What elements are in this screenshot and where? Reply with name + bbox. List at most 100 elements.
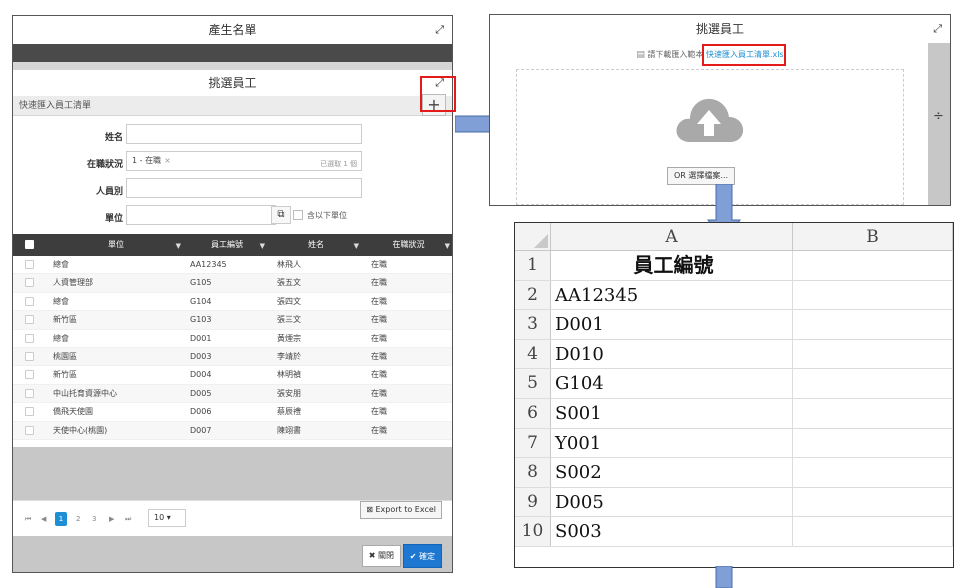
close-button[interactable]: ✖ 關閉 xyxy=(361,545,401,567)
cell-b[interactable] xyxy=(793,517,953,546)
cell-b[interactable] xyxy=(793,251,953,280)
cell-employee-id: G104 xyxy=(190,296,212,306)
table-row[interactable]: 僑飛天使園 D006 蔡辰禮 在職 xyxy=(13,403,452,422)
cell-name: 林明禎 xyxy=(277,370,301,380)
table-row[interactable]: 總會 G104 張四文 在職 xyxy=(13,293,452,312)
type-input[interactable] xyxy=(126,178,362,198)
row-checkbox[interactable] xyxy=(13,366,47,383)
cell-status: 在職 xyxy=(371,315,387,325)
row-checkbox[interactable] xyxy=(13,274,47,291)
cell-status: 在職 xyxy=(371,278,387,288)
cell-name: 張五文 xyxy=(277,278,301,288)
row-checkbox[interactable] xyxy=(13,293,47,310)
status-multiselect[interactable]: 1 - 在職 × 已選取 1 個 xyxy=(126,151,362,171)
column-b[interactable]: B xyxy=(793,223,953,250)
col-unit[interactable]: 單位 ▼ xyxy=(47,234,185,256)
col-name[interactable]: 姓名 ▼ xyxy=(269,234,363,256)
page-1[interactable]: 1 xyxy=(55,512,67,526)
highlight-download-link xyxy=(702,44,786,66)
cell-unit: 人資管理部 xyxy=(53,278,93,288)
cell-b[interactable] xyxy=(793,487,953,517)
cell-b[interactable] xyxy=(793,310,953,339)
cell-b[interactable] xyxy=(793,428,953,458)
col-employee-id[interactable]: 員工編號 ▼ xyxy=(185,234,269,256)
export-excel-button[interactable]: ⊠ Export to Excel xyxy=(360,501,442,519)
cell-a[interactable]: 員工編號 xyxy=(551,251,793,280)
last-page-icon[interactable]: ⏭ xyxy=(125,512,131,526)
ok-button[interactable]: ✔ 確定 xyxy=(402,544,442,568)
cell-a[interactable]: S002 xyxy=(551,458,793,487)
filter-icon[interactable]: ▼ xyxy=(176,235,181,257)
filter-icon[interactable]: ▼ xyxy=(354,235,359,257)
upload-window-title: 挑選員工 ⤢ xyxy=(490,15,950,43)
row-number[interactable]: 1 xyxy=(515,251,551,280)
column-a[interactable]: A xyxy=(551,223,793,250)
table-row[interactable]: 天使中心(桃園) D007 陳翊書 在職 xyxy=(13,421,452,440)
row-checkbox[interactable] xyxy=(13,311,47,328)
cell-name: 李靖於 xyxy=(277,351,301,361)
choose-file-button[interactable]: OR 選擇檔案... xyxy=(667,167,736,185)
cell-a[interactable]: S001 xyxy=(551,398,793,428)
cell-employee-id: D006 xyxy=(190,407,212,417)
table-row[interactable]: 總會 D001 黃煙宗 在職 xyxy=(13,330,452,348)
excel-column-header: A B xyxy=(515,223,953,251)
cell-a[interactable]: AA12345 xyxy=(551,280,793,310)
cell-b[interactable] xyxy=(793,280,953,310)
cell-unit: 桃園區 xyxy=(53,351,77,361)
expand-icon[interactable]: ⤢ xyxy=(933,15,942,43)
cell-a[interactable]: D001 xyxy=(551,310,793,339)
gap xyxy=(13,62,452,70)
row-number[interactable]: 4 xyxy=(515,339,551,369)
table-row[interactable]: 新竹區 D004 林明禎 在職 xyxy=(13,366,452,385)
first-page-icon[interactable]: ⏮ xyxy=(25,512,31,526)
toolbar-band xyxy=(13,44,452,62)
unit-label: 單位 xyxy=(104,214,123,224)
cell-a[interactable]: D010 xyxy=(551,339,793,369)
filter-icon[interactable]: ▼ xyxy=(260,235,265,257)
cell-a[interactable]: Y001 xyxy=(551,428,793,458)
cell-a[interactable]: G104 xyxy=(551,369,793,398)
row-number[interactable]: 7 xyxy=(515,428,551,458)
page-2[interactable]: 2 xyxy=(76,512,80,526)
cell-b[interactable] xyxy=(793,398,953,428)
col-status[interactable]: 在職狀況 ▼ xyxy=(363,234,452,257)
table-row[interactable]: 人資管理部 G105 張五文 在職 xyxy=(13,274,452,293)
row-number[interactable]: 6 xyxy=(515,398,551,428)
row-checkbox[interactable] xyxy=(13,256,47,273)
unit-input[interactable] xyxy=(126,205,276,225)
row-checkbox[interactable] xyxy=(13,422,47,439)
prev-page-icon[interactable]: ◀ xyxy=(41,512,46,526)
cell-b[interactable] xyxy=(793,458,953,487)
chip-remove-icon[interactable]: × xyxy=(164,156,171,165)
row-number[interactable]: 9 xyxy=(515,487,551,517)
table-row[interactable]: 中山托育資源中心 D005 張安朋 在職 xyxy=(13,384,452,404)
table-row[interactable]: 新竹區 G103 張三文 在職 xyxy=(13,311,452,330)
row-number[interactable]: 10 xyxy=(515,517,551,546)
table-row[interactable]: 桃園區 D003 李靖於 在職 xyxy=(13,347,452,367)
row-checkbox[interactable] xyxy=(13,330,47,347)
select-all-cells[interactable] xyxy=(515,223,551,250)
row-number[interactable]: 2 xyxy=(515,280,551,310)
row-checkbox[interactable] xyxy=(13,403,47,420)
table-row[interactable]: 總會 AA12345 林飛人 在職 xyxy=(13,256,452,275)
page-size-select[interactable]: 10 ▾ xyxy=(148,509,186,527)
row-number[interactable]: 8 xyxy=(515,458,551,487)
cell-b[interactable] xyxy=(793,339,953,369)
expand-icon[interactable]: ⤢ xyxy=(435,16,444,44)
external-link-icon[interactable]: ⧉ xyxy=(271,206,291,224)
cell-a[interactable]: D005 xyxy=(551,487,793,517)
select-all-checkbox[interactable] xyxy=(13,234,47,256)
row-number[interactable]: 5 xyxy=(515,369,551,398)
row-number[interactable]: 3 xyxy=(515,310,551,339)
side-toggle-icon[interactable]: ÷ xyxy=(933,109,944,124)
cell-b[interactable] xyxy=(793,369,953,398)
next-page-icon[interactable]: ▶ xyxy=(109,512,114,526)
include-sub-checkbox[interactable] xyxy=(293,210,303,220)
cell-name: 張三文 xyxy=(277,315,301,325)
filter-icon[interactable]: ▼ xyxy=(445,235,450,257)
page-3[interactable]: 3 xyxy=(92,512,96,526)
row-checkbox[interactable] xyxy=(13,385,47,402)
cell-a[interactable]: S003 xyxy=(551,517,793,546)
row-checkbox[interactable] xyxy=(13,348,47,365)
name-input[interactable] xyxy=(126,124,362,144)
